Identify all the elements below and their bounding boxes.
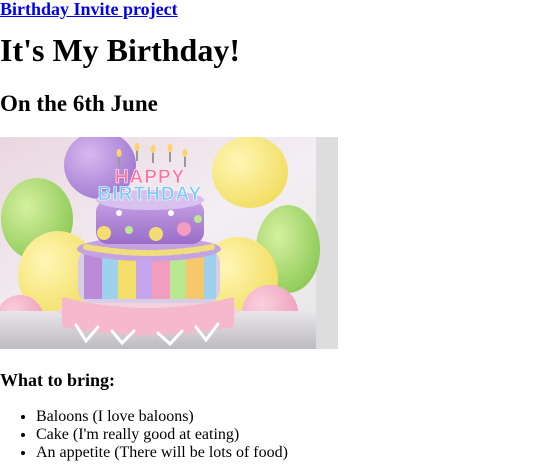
page-title: It's My Birthday!	[0, 32, 240, 68]
bring-item: An appetite (There will be lots of food)	[36, 444, 288, 462]
birthday-cake-image: HAPPY BIRTHDAY	[0, 137, 338, 349]
bring-item: Baloons (I love baloons)	[36, 408, 288, 426]
what-to-bring-heading: What to bring:	[0, 370, 116, 390]
bring-item: Cake (I'm really good at eating)	[36, 426, 288, 444]
bring-items-list: Baloons (I love baloons) Cake (I'm reall…	[0, 408, 288, 462]
event-date-subtitle: On the 6th June	[0, 91, 158, 116]
project-link[interactable]: Birthday Invite project	[0, 0, 178, 21]
svg-text:BIRTHDAY: BIRTHDAY	[98, 184, 202, 205]
